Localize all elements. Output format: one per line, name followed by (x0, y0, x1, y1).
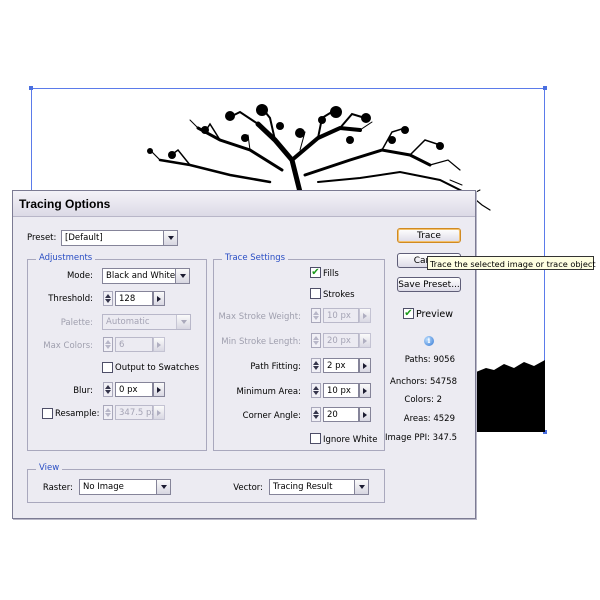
threshold-spinner-icon[interactable] (103, 291, 113, 306)
min-stroke-length-label: Min Stroke Length: (221, 337, 301, 347)
strokes-label: Strokes (323, 290, 355, 300)
colors-label: Colors: (404, 395, 434, 405)
raster-dropdown[interactable]: No Image (79, 479, 171, 495)
image-ppi-stat: Image PPI: 347.5 (347, 433, 457, 443)
min-stroke-length-spinner-icon[interactable] (311, 333, 321, 348)
chevron-down-icon (156, 480, 170, 494)
minimum-area-label: Minimum Area: (236, 387, 301, 397)
fills-label: Fills (323, 269, 339, 279)
image-ppi-label: Image PPI: (385, 433, 430, 443)
output-to-swatches-checkbox[interactable] (102, 362, 113, 373)
preset-value: [Default] (65, 233, 103, 243)
tracing-options-dialog: Tracing Options Preset: [Default] Adjust… (12, 190, 476, 519)
trace-settings-title: Trace Settings (222, 253, 289, 263)
resample-spinner-icon[interactable] (103, 405, 113, 420)
path-fitting-spinner-icon[interactable] (311, 358, 321, 373)
max-colors-step-button[interactable] (153, 337, 165, 352)
threshold-step-button[interactable] (153, 291, 165, 306)
blur-spinner-icon[interactable] (103, 382, 113, 397)
paths-value: 9056 (433, 355, 455, 365)
resample-label: Resample: (55, 409, 100, 419)
triangle-right-icon (157, 341, 161, 348)
vector-dropdown[interactable]: Tracing Result (269, 479, 369, 495)
palette-dropdown[interactable]: Automatic (102, 314, 191, 330)
save-preset-button[interactable]: Save Preset... (397, 277, 461, 292)
areas-value: 4529 (433, 414, 455, 424)
max-stroke-weight-step-button[interactable] (359, 308, 371, 323)
colors-value: 2 (436, 395, 442, 405)
mode-value: Black and White (106, 271, 176, 281)
resample-checkbox[interactable] (42, 408, 53, 419)
min-stroke-length-input[interactable]: 20 px (323, 333, 359, 348)
blur-input[interactable]: 0 px (115, 382, 153, 397)
resample-input[interactable]: 347.5 px (115, 405, 156, 420)
image-ppi-value: 347.5 (432, 433, 457, 443)
palette-label: Palette: (60, 318, 93, 328)
preview-checkbox[interactable]: ✔ (403, 308, 414, 319)
strokes-checkbox[interactable] (310, 288, 321, 299)
palette-value: Automatic (106, 317, 150, 327)
max-colors-label: Max Colors: (43, 341, 93, 351)
chevron-down-icon (163, 231, 177, 245)
triangle-right-icon (363, 337, 367, 344)
max-stroke-weight-label: Max Stroke Weight: (218, 312, 301, 322)
output-to-swatches-label: Output to Swatches (115, 363, 200, 373)
adjustments-title: Adjustments (36, 253, 96, 263)
preset-dropdown[interactable]: [Default] (61, 230, 178, 246)
corner-angle-spinner-icon[interactable] (311, 407, 321, 422)
trace-button-tooltip: Trace the selected image or trace object (427, 256, 596, 270)
triangle-right-icon (157, 409, 161, 416)
areas-stat: Areas: 4529 (345, 414, 455, 424)
chevron-down-icon (175, 269, 189, 283)
triangle-right-icon (157, 386, 161, 393)
raster-value: No Image (83, 482, 124, 492)
trace-button[interactable]: Trace (397, 228, 461, 243)
max-colors-input[interactable]: 6 (115, 337, 153, 352)
vector-label: Vector: (233, 483, 263, 493)
anchors-stat: Anchors: 54758 (347, 377, 457, 387)
triangle-right-icon (363, 312, 367, 319)
paths-stat: Paths: 9056 (345, 355, 455, 365)
threshold-label: Threshold: (48, 294, 93, 304)
paths-label: Paths: (404, 355, 431, 365)
path-fitting-label: Path Fitting: (250, 362, 301, 372)
blur-label: Blur: (73, 386, 93, 396)
threshold-input[interactable]: 128 (115, 291, 153, 306)
areas-label: Areas: (403, 414, 431, 424)
vector-value: Tracing Result (273, 482, 333, 492)
resample-step-button[interactable] (153, 405, 165, 420)
max-stroke-weight-spinner-icon[interactable] (311, 308, 321, 323)
anchors-label: Anchors: (390, 377, 428, 387)
checkmark-icon: ✔ (311, 266, 320, 278)
max-colors-spinner-icon[interactable] (103, 337, 113, 352)
blur-step-button[interactable] (153, 382, 165, 397)
min-stroke-length-step-button[interactable] (359, 333, 371, 348)
ignore-white-checkbox[interactable] (310, 433, 321, 444)
chevron-down-icon (176, 315, 190, 329)
chevron-down-icon (354, 480, 368, 494)
fills-checkbox[interactable]: ✔ (310, 267, 321, 278)
colors-stat: Colors: 2 (332, 395, 442, 405)
max-stroke-weight-input[interactable]: 10 px (323, 308, 359, 323)
preset-label: Preset: (27, 233, 57, 243)
adjustments-group: Adjustments (27, 253, 207, 451)
mode-label: Mode: (66, 271, 93, 281)
view-title: View (36, 463, 63, 473)
triangle-right-icon (363, 387, 367, 394)
raster-label: Raster: (42, 483, 73, 493)
info-icon: i (424, 336, 434, 346)
mode-dropdown[interactable]: Black and White (102, 268, 190, 284)
triangle-right-icon (157, 295, 161, 302)
preview-label: Preview (416, 309, 453, 320)
checkmark-icon: ✔ (404, 307, 413, 319)
corner-angle-label: Corner Angle: (242, 411, 301, 421)
minimum-area-spinner-icon[interactable] (311, 383, 321, 398)
dialog-title: Tracing Options (13, 191, 475, 217)
anchors-value: 54758 (429, 377, 457, 387)
